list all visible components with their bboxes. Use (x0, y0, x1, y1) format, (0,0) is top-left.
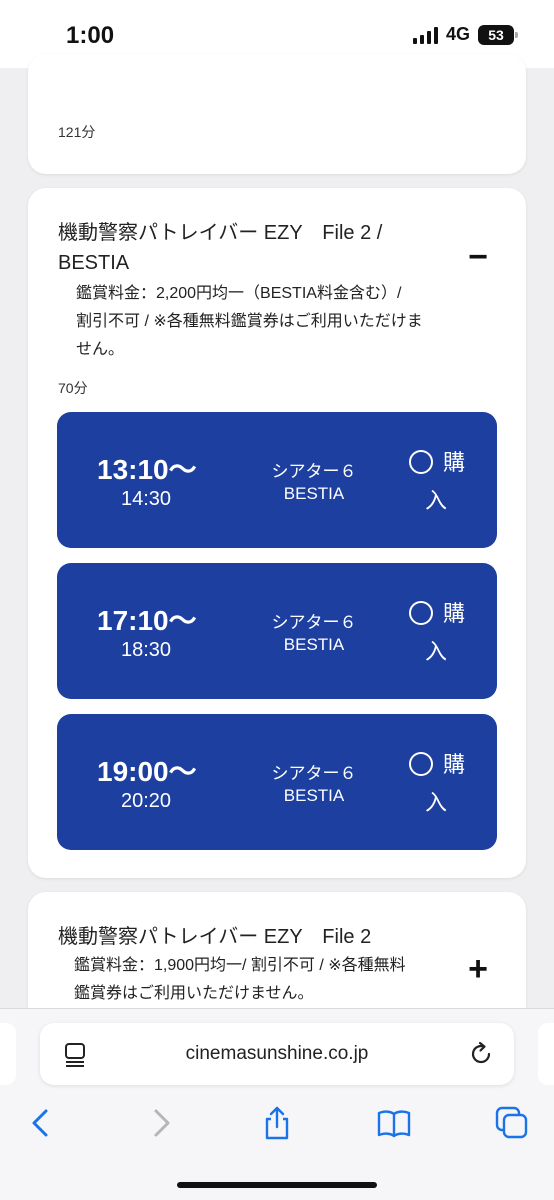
price-note-line: 鑑賞料金：1,900円均一/ 割引不可 / ※各種無料 (74, 957, 406, 974)
price-note-line: 鑑賞券はご利用いただけません。 (74, 985, 314, 1002)
purchase-label: 購 入 (409, 444, 479, 520)
showtime-button[interactable]: 13:10〜 14:30 シアター６ BESTIA 購 入 (57, 412, 497, 548)
movie-title-line: BESTIA (58, 252, 130, 274)
showtime-button[interactable]: 17:10〜 18:30 シアター６ BESTIA 購 入 (57, 563, 497, 699)
battery-icon: 53 (478, 24, 518, 45)
back-icon[interactable] (24, 1105, 60, 1141)
theater-name: シアター６ (271, 613, 357, 632)
movie-duration: 121分 (58, 124, 96, 140)
forward-icon[interactable] (142, 1105, 178, 1141)
showtime-end: 20:20 (121, 790, 172, 812)
purchase-label: 購 入 (409, 595, 479, 671)
circle-availability-icon (409, 601, 433, 625)
theater-name: シアター６ (271, 764, 357, 783)
price-note-line: 割引不可 / ※各種無料鑑賞券はご利用いただけま (76, 313, 423, 330)
movie-title-line: 機動警察パトレイバー EZY File 2 / (58, 222, 383, 244)
circle-availability-icon (409, 752, 433, 776)
movie-title[interactable]: 機動警察パトレイバー EZY File 2 / BESTIA (58, 218, 418, 278)
showtime-start: 13:10〜 (97, 454, 197, 485)
bookmarks-icon[interactable] (376, 1105, 412, 1141)
reload-icon[interactable] (468, 1041, 494, 1067)
purchase-text: 購 (443, 601, 466, 626)
share-icon[interactable] (259, 1105, 295, 1141)
purchase-text: 入 (425, 790, 448, 815)
movie-card-previous: 121分 (28, 54, 526, 174)
screen-type: BESTIA (283, 484, 345, 503)
movie-title[interactable]: 機動警察パトレイバー EZY File 2 (58, 922, 458, 952)
price-note-line: せん。 (76, 341, 125, 358)
network-type: 4G (445, 24, 470, 44)
showtime-start: 19:00〜 (97, 756, 197, 787)
battery-level: 53 (488, 26, 504, 43)
price-note: 鑑賞料金：1,900円均一/ 割引不可 / ※各種無料 鑑賞券はご利用いただけま… (74, 952, 464, 1008)
showtime-start: 17:10〜 (97, 605, 197, 636)
price-note-line: 鑑賞料金：2,200円均一（BESTIA料金含む）/ (76, 285, 402, 302)
status-indicators: 4G 53 (412, 24, 518, 45)
screen-type: BESTIA (283, 786, 345, 805)
address-bar[interactable]: cinemasunshine.co.jp (40, 1023, 514, 1085)
purchase-text: 購 (443, 450, 466, 475)
purchase-text: 購 (443, 752, 466, 777)
next-tab-preview[interactable] (538, 1023, 554, 1085)
showtime-button[interactable]: 19:00〜 20:20 シアター６ BESTIA 購 入 (57, 714, 497, 850)
purchase-text: 入 (425, 639, 448, 664)
movie-duration: 70分 (58, 380, 88, 396)
tabs-icon[interactable] (494, 1105, 530, 1141)
showtime-end: 14:30 (121, 488, 172, 510)
screen-type: BESTIA (283, 635, 345, 654)
previous-tab-preview[interactable] (0, 1023, 16, 1085)
circle-availability-icon (409, 450, 433, 474)
url-text: cinemasunshine.co.jp (185, 1043, 369, 1064)
home-indicator (177, 1182, 377, 1188)
status-time: 1:00 (66, 22, 115, 49)
expand-button[interactable]: + (468, 952, 488, 986)
showtime-end: 18:30 (121, 639, 172, 661)
signal-icon (412, 26, 438, 44)
purchase-text: 入 (425, 488, 448, 513)
collapse-button[interactable]: − (468, 240, 488, 274)
price-note: 鑑賞料金：2,200円均一（BESTIA料金含む）/ 割引不可 / ※各種無料鑑… (76, 280, 456, 364)
purchase-label: 購 入 (409, 746, 479, 822)
theater-name: シアター６ (271, 462, 357, 481)
browser-toolbar: cinemasunshine.co.jp (0, 1008, 554, 1200)
movie-card-expanded: 機動警察パトレイバー EZY File 2 / BESTIA − 鑑賞料金：2,… (28, 188, 526, 878)
